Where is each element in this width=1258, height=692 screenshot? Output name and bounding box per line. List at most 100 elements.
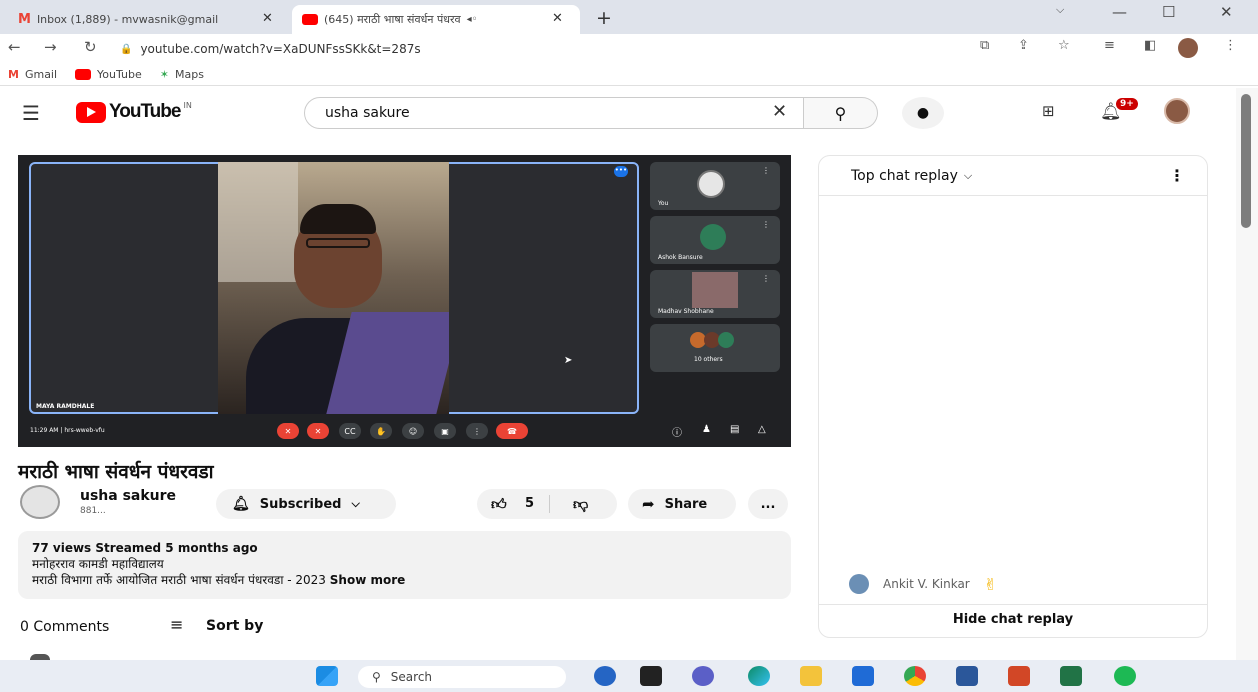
powerpoint-icon[interactable] bbox=[1008, 666, 1030, 686]
forward-icon[interactable]: → bbox=[44, 38, 57, 56]
new-tab-button[interactable]: + bbox=[596, 7, 612, 29]
avatar[interactable] bbox=[1164, 98, 1190, 124]
subscribe-label: Subscribed bbox=[259, 496, 342, 512]
task-view-icon[interactable] bbox=[640, 666, 662, 686]
address-bar[interactable]: 🔒 youtube.com/watch?v=XaDUNFssSKk&t=287s bbox=[120, 38, 940, 60]
chat-mode-selector[interactable]: Top chat replay bbox=[851, 168, 958, 184]
mail-icon[interactable] bbox=[852, 666, 874, 686]
audio-icon[interactable]: ◂◦ bbox=[467, 14, 478, 25]
sidepanel-icon[interactable]: ◧ bbox=[1144, 38, 1156, 53]
captions-icon: CC bbox=[339, 423, 361, 439]
file-explorer-icon[interactable] bbox=[800, 666, 822, 686]
search-icon: ⚲ bbox=[372, 670, 381, 684]
microphone-icon: ● bbox=[916, 105, 930, 121]
more-actions-button[interactable]: ... bbox=[748, 489, 788, 519]
chevron-down-icon[interactable]: ⌵ bbox=[964, 169, 972, 183]
tab-youtube[interactable]: (645) मराठी भाषा संवर्धन पंधरव ◂◦ bbox=[292, 5, 580, 34]
chrome-icon[interactable] bbox=[904, 666, 926, 686]
share-button[interactable]: ➦ Share bbox=[628, 489, 736, 519]
taskbar-search[interactable]: ⚲ Search bbox=[358, 666, 566, 688]
avatar bbox=[849, 574, 869, 594]
participant-tile: Madhav Shobhane ⋮ bbox=[650, 270, 780, 318]
reload-icon[interactable]: ↻ bbox=[84, 38, 97, 56]
like-icon[interactable]: 👍︎ bbox=[491, 495, 507, 514]
participant-name: Ashok Bansure bbox=[658, 254, 703, 261]
profile-avatar[interactable] bbox=[1178, 38, 1198, 58]
spotify-icon[interactable] bbox=[1114, 666, 1136, 686]
emoji-icon: ☺ bbox=[402, 423, 424, 439]
participant-tile: Ashok Bansure ⋮ bbox=[650, 216, 780, 264]
maximize-button[interactable]: ☐ bbox=[1162, 3, 1175, 21]
bing-icon[interactable] bbox=[594, 666, 616, 686]
menu-icon[interactable]: ⋮ bbox=[1224, 38, 1237, 53]
subscribed-button[interactable]: 🔔︎ Subscribed ⌵ bbox=[216, 489, 396, 519]
logo-text: YouTube bbox=[109, 101, 181, 122]
tab-close-button[interactable]: ✕ bbox=[262, 11, 273, 26]
window-close-button[interactable]: ✕ bbox=[1220, 3, 1233, 21]
reading-list-icon[interactable]: ≡ bbox=[1104, 38, 1115, 53]
chat-menu-icon[interactable]: ⋮ bbox=[1169, 166, 1185, 185]
bookmark-youtube[interactable]: YouTube bbox=[75, 68, 142, 81]
view-stats: 77 views Streamed 5 months ago bbox=[32, 541, 258, 555]
youtube-icon bbox=[75, 69, 92, 80]
excel-icon[interactable] bbox=[1060, 666, 1082, 686]
video-title: मराठी भाषा संवर्धन पंधरवडा bbox=[18, 461, 214, 483]
description-line: मराठी विभागा तर्फे आयोजित मराठी भाषा संव… bbox=[32, 573, 326, 587]
minimize-button[interactable]: — bbox=[1112, 3, 1127, 21]
url-text: youtube.com/watch?v=XaDUNFssSKk&t=287s bbox=[140, 42, 421, 56]
description-box[interactable]: 77 views Streamed 5 months ago मनोहरराव … bbox=[18, 531, 791, 599]
avatar bbox=[697, 170, 725, 198]
info-icon: ⓘ bbox=[672, 428, 682, 439]
hamburger-menu-icon[interactable]: ☰ bbox=[22, 101, 40, 125]
tab-gmail[interactable]: M Inbox (1,889) - mvwasnik@gmail bbox=[8, 5, 288, 34]
channel-name[interactable]: usha sakure bbox=[80, 488, 176, 504]
hide-chat-button[interactable]: Hide chat replay bbox=[819, 612, 1207, 627]
gmail-icon: M bbox=[18, 12, 31, 27]
mic-off-icon: ✕ bbox=[277, 423, 299, 439]
people-icon: ♟ bbox=[702, 424, 711, 435]
install-icon[interactable]: ⧉ bbox=[980, 38, 989, 53]
bookmark-star-icon[interactable]: ☆ bbox=[1058, 38, 1070, 53]
youtube-logo[interactable]: YouTube IN bbox=[76, 101, 192, 123]
youtube-icon bbox=[302, 14, 318, 25]
voice-search-button[interactable]: ● bbox=[902, 97, 944, 129]
back-icon[interactable]: ← bbox=[8, 38, 21, 56]
like-count: 5 bbox=[525, 496, 535, 511]
chevron-down-icon: ⌵ bbox=[351, 497, 360, 510]
bookmark-maps[interactable]: ✶ Maps bbox=[160, 68, 204, 81]
windows-start-icon[interactable] bbox=[316, 666, 338, 686]
search-button[interactable]: ⚲ bbox=[804, 97, 878, 129]
bookmark-gmail[interactable]: M Gmail bbox=[8, 68, 57, 81]
activities-icon: △ bbox=[758, 424, 766, 435]
search-input[interactable]: usha sakure bbox=[304, 97, 804, 129]
clear-search-icon[interactable]: ✕ bbox=[772, 101, 787, 122]
victory-hand-icon: ✌ bbox=[983, 574, 998, 594]
maps-icon: ✶ bbox=[159, 68, 169, 81]
edge-icon[interactable] bbox=[748, 666, 770, 686]
sort-by-button[interactable]: Sort by bbox=[206, 618, 263, 634]
participant-tile: 10 others bbox=[650, 324, 780, 372]
tab-title: Inbox (1,889) - mvwasnik@gmail bbox=[36, 13, 219, 26]
tab-search-icon[interactable]: ⌵ bbox=[1056, 3, 1064, 17]
sort-icon[interactable]: ≡ bbox=[170, 615, 183, 634]
more-icon: ⋮ bbox=[466, 423, 488, 439]
channel-avatar[interactable] bbox=[20, 485, 60, 519]
create-icon[interactable]: ⊞ bbox=[1042, 102, 1055, 120]
tab-close-button[interactable]: ✕ bbox=[552, 11, 563, 26]
taskbar-search-label: Search bbox=[390, 670, 433, 684]
dislike-icon[interactable]: 👎︎ bbox=[573, 495, 588, 514]
cursor-icon: ➤ bbox=[564, 355, 573, 366]
raise-hand-icon: ✋ bbox=[370, 423, 392, 439]
tile-menu-icon: ⋮ bbox=[762, 274, 770, 283]
browser-tab-strip: M Inbox (1,889) - mvwasnik@gmail ✕ (645)… bbox=[0, 0, 1258, 34]
word-icon[interactable] bbox=[956, 666, 978, 686]
share-icon[interactable]: ⇪ bbox=[1018, 38, 1029, 53]
show-more-link[interactable]: Show more bbox=[330, 573, 406, 587]
scrollbar-thumb[interactable] bbox=[1241, 94, 1251, 228]
live-chat-panel: Top chat replay ⌵ ⋮ Ankit V. Kinkar ✌ Hi… bbox=[818, 155, 1208, 638]
subscriber-count: 881... bbox=[80, 506, 106, 516]
speaker-name: MAYA RAMDHALE bbox=[36, 403, 95, 410]
chat-author: Ankit V. Kinkar bbox=[883, 577, 970, 591]
teams-chat-icon[interactable] bbox=[692, 666, 714, 686]
tile-menu-icon: ⋮ bbox=[762, 220, 770, 229]
